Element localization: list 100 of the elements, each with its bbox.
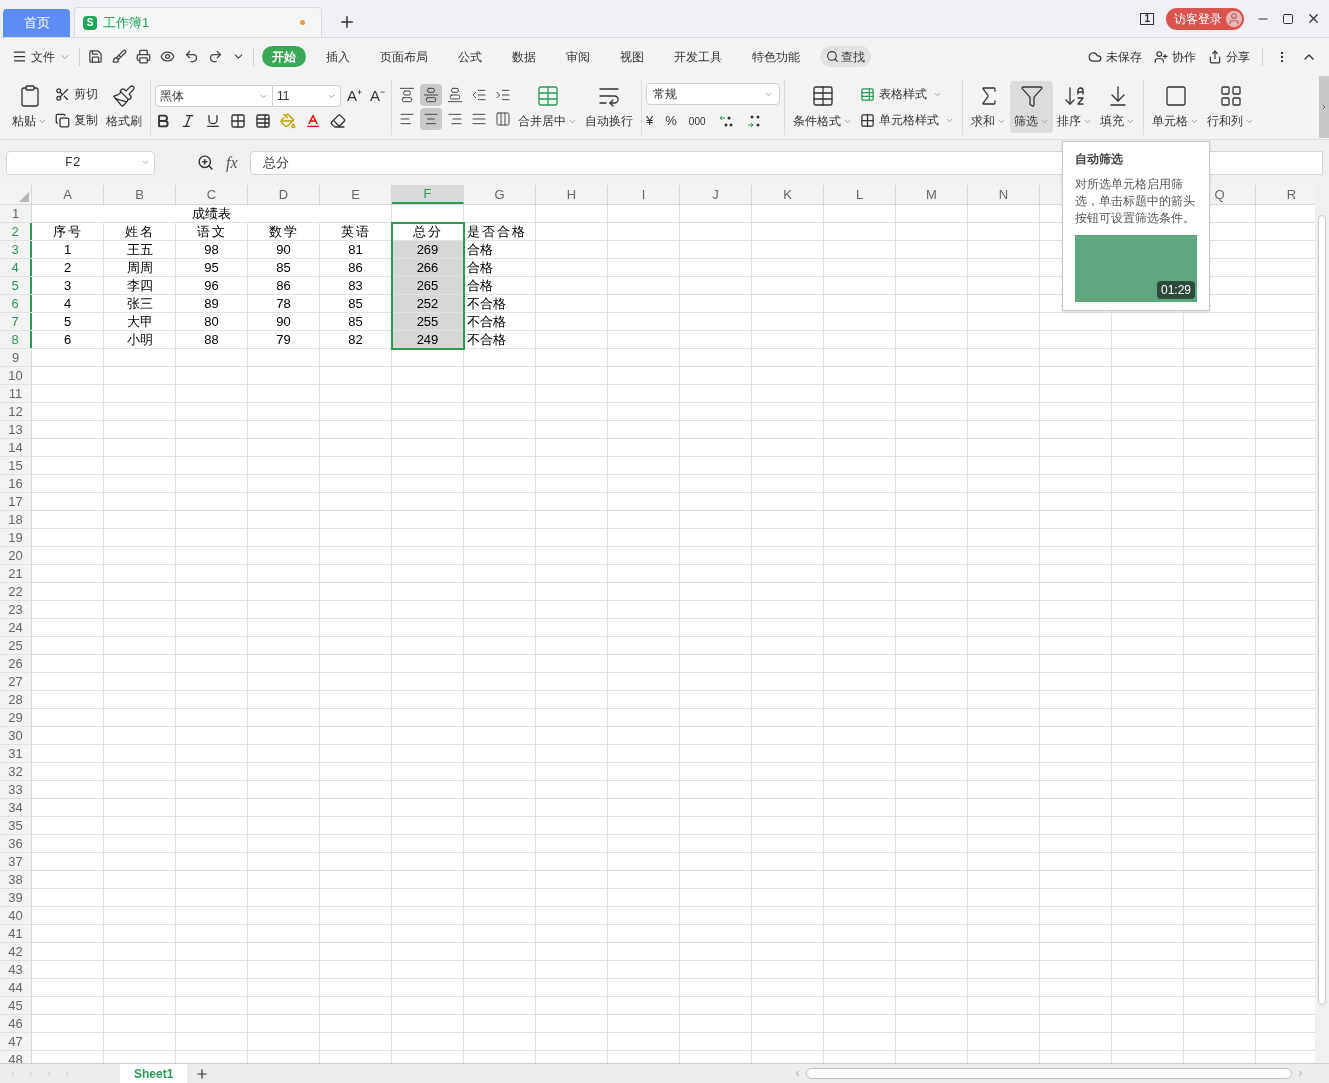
ribbon-tab[interactable]: 开发工具 — [664, 46, 732, 67]
row-header[interactable]: 20 — [0, 547, 32, 564]
row-header[interactable]: 38 — [0, 871, 32, 888]
row-header[interactable]: 39 — [0, 889, 32, 906]
row-header[interactable]: 30 — [0, 727, 32, 744]
home-tab[interactable]: 首页 — [3, 9, 70, 37]
column-header[interactable]: C — [176, 185, 248, 204]
document-tab[interactable]: S 工作簿1 — [74, 7, 322, 37]
fill-color-icon[interactable] — [280, 113, 296, 130]
row-header[interactable]: 19 — [0, 529, 32, 546]
column-header[interactable]: L — [824, 185, 896, 204]
thousands-button[interactable]: 000 — [688, 113, 706, 129]
row-header[interactable]: 13 — [0, 421, 32, 438]
cell-button[interactable]: 单元格 — [1148, 81, 1204, 133]
collaborate-button[interactable]: 协作 — [1154, 47, 1196, 66]
sort-button[interactable]: 排序 — [1053, 81, 1097, 133]
align-icon[interactable] — [420, 108, 443, 130]
add-sheet-icon[interactable] — [195, 1066, 210, 1081]
column-header[interactable]: M — [896, 185, 968, 204]
row-header[interactable]: 25 — [0, 637, 32, 654]
row-header[interactable]: 28 — [0, 691, 32, 708]
fill-button[interactable]: 填充 — [1096, 81, 1140, 133]
decrease-decimal-icon[interactable] — [745, 114, 762, 128]
clear-icon[interactable] — [330, 113, 346, 130]
row-header[interactable]: 2 — [0, 223, 32, 240]
ribbon-tab[interactable]: 公式 — [448, 46, 492, 67]
sheet-tab[interactable]: Sheet1 — [120, 1063, 188, 1083]
row-header[interactable]: 45 — [0, 997, 32, 1014]
column-header[interactable]: D — [248, 185, 320, 204]
row-header[interactable]: 15 — [0, 457, 32, 474]
row-header[interactable]: 12 — [0, 403, 32, 420]
ribbon-tab[interactable]: 审阅 — [556, 46, 600, 67]
column-header[interactable]: H — [536, 185, 608, 204]
number-format-select[interactable]: 常规 — [646, 83, 781, 106]
row-header[interactable]: 4 — [0, 259, 32, 276]
row-header[interactable]: 21 — [0, 565, 32, 582]
row-header[interactable]: 37 — [0, 853, 32, 870]
format-painter-button[interactable]: 格式刷 — [102, 84, 146, 130]
row-header[interactable]: 1 — [0, 205, 32, 222]
save-icon[interactable] — [88, 49, 103, 64]
file-menu[interactable]: 文件 — [12, 47, 71, 66]
row-header[interactable]: 40 — [0, 907, 32, 924]
window-count-icon[interactable]: 1 — [1140, 12, 1154, 25]
sum-button[interactable]: 求和 — [967, 81, 1011, 133]
font-color-icon[interactable] — [305, 113, 321, 130]
row-header[interactable]: 16 — [0, 475, 32, 492]
row-header[interactable]: 41 — [0, 925, 32, 942]
row-header[interactable]: 17 — [0, 493, 32, 510]
row-header[interactable]: 27 — [0, 673, 32, 690]
row-header[interactable]: 22 — [0, 583, 32, 600]
brush-icon[interactable] — [112, 49, 127, 64]
row-header[interactable]: 5 — [0, 277, 32, 294]
row-header[interactable]: 14 — [0, 439, 32, 456]
row-header[interactable]: 6 — [0, 295, 32, 312]
row-header[interactable]: 36 — [0, 835, 32, 852]
video-thumbnail[interactable]: 01:29 — [1075, 235, 1197, 302]
currency-button[interactable]: ¥ — [646, 111, 654, 131]
row-header[interactable]: 9 — [0, 349, 32, 366]
row-header[interactable]: 24 — [0, 619, 32, 636]
save-status-button[interactable]: 未保存 — [1088, 47, 1142, 66]
row-header[interactable]: 11 — [0, 385, 32, 402]
bold-icon[interactable] — [155, 113, 171, 130]
border-icon[interactable] — [230, 113, 246, 130]
filter-button[interactable]: 筛选 — [1010, 81, 1054, 133]
scrollbar-thumb[interactable] — [1318, 215, 1326, 1005]
paste-button[interactable]: 粘贴 — [8, 81, 51, 133]
row-header[interactable]: 42 — [0, 943, 32, 960]
row-header[interactable]: 34 — [0, 799, 32, 816]
rowcol-button[interactable]: 行和列 — [1203, 81, 1259, 133]
ribbon-tab[interactable]: 开始 — [262, 46, 306, 67]
close-icon[interactable] — [1306, 11, 1321, 26]
column-header[interactable]: A — [32, 185, 104, 204]
row-header[interactable]: 46 — [0, 1015, 32, 1032]
function-button[interactable]: fx — [226, 150, 238, 175]
row-header[interactable]: 3 — [0, 241, 32, 258]
wrap-text-button[interactable]: 自动换行 — [581, 81, 638, 133]
align-icon[interactable] — [420, 84, 443, 106]
ribbon-tab[interactable]: 视图 — [610, 46, 654, 67]
print-preview-icon[interactable] — [160, 49, 175, 64]
cell-style-button[interactable]: 单元格样式 — [860, 111, 955, 129]
ribbon-tab[interactable]: 特色功能 — [742, 46, 810, 67]
font-select[interactable]: 黑体 — [155, 85, 273, 107]
row-header[interactable]: 7 — [0, 313, 32, 330]
underline-icon[interactable] — [205, 113, 221, 130]
percent-button[interactable]: % — [665, 111, 677, 131]
zoom-icon[interactable] — [197, 154, 214, 171]
row-header[interactable]: 32 — [0, 763, 32, 780]
copy-button[interactable]: 复制 — [55, 111, 98, 129]
font-size-select[interactable]: 11 — [273, 85, 341, 107]
undo-icon[interactable] — [184, 49, 199, 64]
italic-icon[interactable] — [180, 113, 196, 130]
column-header[interactable]: G — [464, 185, 536, 204]
row-header[interactable]: 8 — [0, 331, 32, 348]
scrollbar-thumb[interactable] — [806, 1068, 1292, 1079]
row-header[interactable]: 23 — [0, 601, 32, 618]
cell-format-icon[interactable] — [255, 113, 271, 130]
ribbon-tab[interactable]: 页面布局 — [370, 46, 438, 67]
row-header[interactable]: 43 — [0, 961, 32, 978]
redo-icon[interactable] — [208, 49, 223, 64]
row-header[interactable]: 10 — [0, 367, 32, 384]
